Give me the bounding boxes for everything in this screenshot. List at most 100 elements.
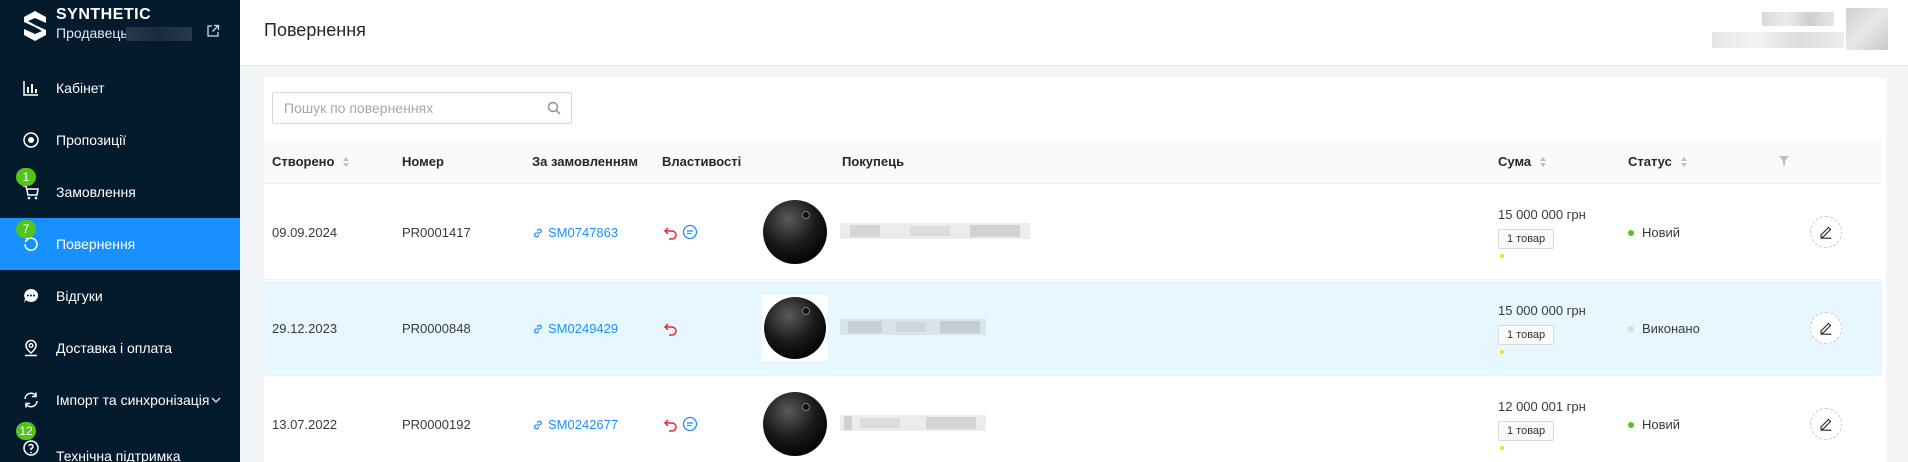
created-date: 29.12.2023 — [272, 321, 338, 336]
user-email-redacted — [1712, 32, 1844, 48]
return-sum: 15 000 000 грн — [1498, 207, 1586, 222]
goods-count-tag[interactable]: 1 товар — [1498, 421, 1555, 441]
brand: SYNTHETIC Продавець — [0, 0, 240, 52]
sort-icon[interactable] — [342, 156, 350, 168]
column-number-label: Номер — [402, 154, 444, 169]
table-row[interactable]: 13.07.2022 PR0000192 SM0242677 12 000 00… — [264, 377, 1882, 462]
sidebar-item-label: Пропозиції — [56, 132, 127, 148]
sidebar-item-returns[interactable]: 7 Повернення — [0, 218, 240, 270]
synthetic-logo-icon — [24, 11, 46, 41]
column-properties: Властивості — [662, 154, 741, 169]
sidebar-item-orders[interactable]: 1 Замовлення — [0, 166, 240, 218]
column-status[interactable]: Статус — [1628, 154, 1688, 169]
filter-icon[interactable] — [1778, 155, 1790, 167]
orders-count-badge: 1 — [16, 168, 36, 186]
status-dot — [1628, 325, 1634, 332]
return-number: PR0000848 — [402, 321, 471, 336]
sidebar-item-label: Доставка і оплата — [56, 340, 173, 356]
return-arrow-icon — [663, 227, 677, 240]
tag-indicator-dot — [1500, 350, 1504, 354]
status-label: Новий — [1642, 417, 1681, 432]
search-icon[interactable] — [547, 101, 561, 115]
return-sum: 15 000 000 грн — [1498, 303, 1586, 318]
returns-count-badge: 7 — [16, 220, 36, 238]
column-sum-label: Сума — [1498, 154, 1532, 169]
tag-indicator-dot — [1500, 446, 1504, 450]
link-icon — [534, 324, 542, 333]
buyer-name-redacted — [840, 319, 986, 335]
status-badge: Новий — [1628, 417, 1680, 432]
edit-button[interactable] — [1810, 408, 1842, 440]
order-link[interactable]: SM0249429 — [532, 321, 618, 336]
sidebar-item-reviews[interactable]: Відгуки — [0, 270, 240, 322]
page-title: Повернення — [264, 20, 366, 40]
sidebar-item-delivery[interactable]: Доставка і оплата — [0, 322, 240, 374]
returns-panel: Створено Номер За замовленням Властивост… — [264, 78, 1886, 462]
external-link-icon[interactable] — [206, 24, 220, 38]
column-created-label: Створено — [272, 154, 335, 169]
status-badge: Виконано — [1628, 321, 1700, 336]
column-created[interactable]: Створено — [272, 154, 350, 169]
help-icon — [23, 440, 39, 456]
support-count-badge: 12 — [16, 422, 36, 440]
column-number: Номер — [402, 154, 444, 169]
edit-button[interactable] — [1810, 312, 1842, 344]
sidebar-item-label: Замовлення — [56, 184, 136, 200]
status-dot — [1628, 229, 1634, 236]
goods-count-tag[interactable]: 1 товар — [1498, 325, 1555, 345]
user-name-redacted — [1762, 12, 1834, 26]
column-order-label: За замовленням — [532, 154, 638, 169]
sidebar-item-import[interactable]: Імпорт та синхронізація — [0, 374, 240, 426]
search-input[interactable] — [273, 93, 543, 123]
sidebar-item-offers[interactable]: Пропозиції — [0, 114, 240, 166]
status-label: Новий — [1642, 225, 1681, 240]
order-number: SM0242677 — [548, 417, 619, 432]
edit-button[interactable] — [1810, 216, 1842, 248]
link-icon — [534, 420, 542, 429]
sort-icon[interactable] — [1680, 156, 1688, 168]
sidebar: SYNTHETIC Продавець Кабінет Пропозиції 1… — [0, 0, 240, 462]
return-number: PR0000192 — [402, 417, 471, 432]
comment-icon — [682, 416, 698, 432]
return-arrow-icon — [663, 419, 677, 432]
location-pin-icon — [25, 339, 37, 357]
column-properties-label: Властивості — [662, 154, 742, 169]
buyer-name-redacted — [840, 223, 1030, 239]
offers-icon — [23, 132, 39, 148]
column-status-label: Статус — [1628, 154, 1672, 169]
column-sum[interactable]: Сума — [1498, 154, 1547, 169]
brand-subtitle: Продавець — [56, 25, 128, 41]
product-image[interactable] — [762, 295, 828, 361]
order-link[interactable]: SM0747863 — [532, 225, 618, 240]
product-image[interactable] — [762, 199, 828, 265]
sort-icon[interactable] — [1539, 156, 1547, 168]
edit-icon — [1820, 322, 1832, 335]
column-buyer: Покупець — [842, 154, 904, 169]
created-date: 13.07.2022 — [272, 417, 338, 432]
sidebar-item-cabinet[interactable]: Кабінет — [0, 62, 240, 114]
buyer-name-redacted — [840, 415, 986, 431]
created-date: 09.09.2024 — [272, 225, 338, 240]
avatar[interactable] — [1846, 8, 1888, 50]
order-link[interactable]: SM0242677 — [532, 417, 618, 432]
page-header: Повернення — [240, 0, 1908, 66]
sidebar-item-label: Повернення — [56, 236, 136, 252]
table-row[interactable]: 29.12.2023 PR0000848 SM0249429 15 000 00… — [264, 281, 1882, 376]
goods-count-tag[interactable]: 1 товар — [1498, 229, 1555, 249]
brand-title: SYNTHETIC — [56, 6, 152, 23]
chevron-down-icon[interactable] — [210, 394, 222, 406]
edit-icon — [1820, 226, 1832, 239]
return-arrow-icon — [663, 323, 677, 336]
status-badge: Новий — [1628, 225, 1680, 240]
edit-icon — [1820, 418, 1832, 431]
sidebar-item-label: Кабінет — [56, 80, 105, 96]
status-dot — [1628, 421, 1634, 428]
comment-icon — [682, 224, 698, 240]
order-number: SM0249429 — [548, 321, 619, 336]
seller-name-redacted — [126, 27, 192, 41]
table-row[interactable]: 09.09.2024 PR0001417 SM0747863 15 000 00… — [264, 185, 1882, 280]
return-sum: 12 000 001 грн — [1498, 399, 1586, 414]
product-image[interactable] — [762, 391, 828, 457]
sidebar-item-label: Технічна підтримка — [56, 448, 181, 462]
sidebar-item-support[interactable]: 12 Технічна підтримка — [0, 422, 240, 462]
